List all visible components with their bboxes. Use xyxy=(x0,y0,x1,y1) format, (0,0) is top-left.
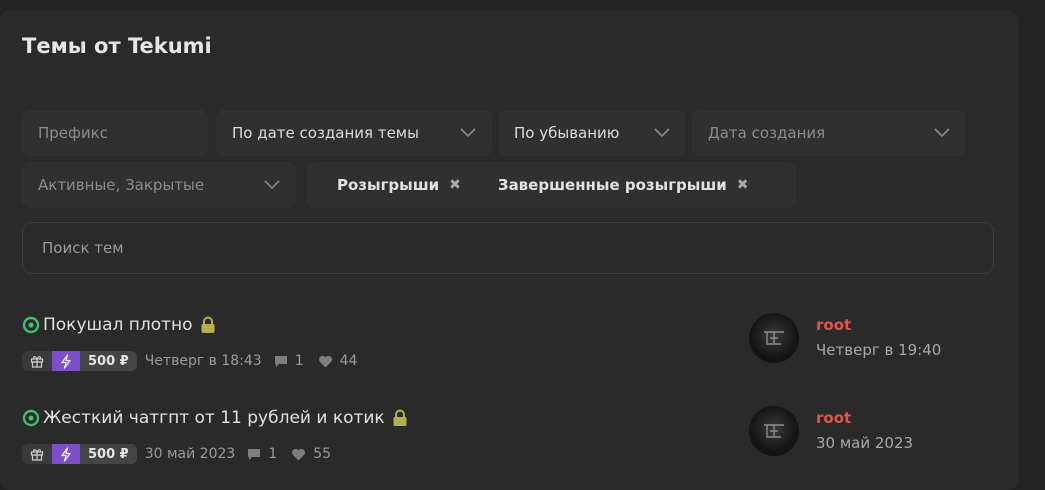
gift-icon xyxy=(22,351,52,371)
thread-date: 30 май 2023 xyxy=(144,446,236,462)
replies-count: 1 xyxy=(274,353,304,369)
avatar[interactable] xyxy=(749,406,799,456)
price-badge: 500 ₽ xyxy=(80,351,137,371)
likes-value: 55 xyxy=(313,446,332,462)
last-post-date: 30 май 2023 xyxy=(816,434,914,452)
thread-meta: 500 ₽ Четверг в 18:43 1 44 xyxy=(22,351,357,371)
last-poster-link[interactable]: root xyxy=(816,409,851,427)
search-placeholder: Поиск тем xyxy=(42,239,124,257)
search-input[interactable]: Поиск тем xyxy=(22,222,994,274)
date-filter[interactable]: Дата создания xyxy=(692,110,966,156)
page-title: Темы от Tekumi xyxy=(22,34,212,58)
last-post-date: Четверг в 19:40 xyxy=(816,341,942,359)
heart-icon xyxy=(292,448,306,460)
chevron-down-icon xyxy=(934,128,950,138)
tag-label: Розыгрыши xyxy=(337,176,440,194)
tag-chip: Завершенные розыгрыши ✖ xyxy=(498,176,786,194)
thread-meta: 500 ₽ 30 май 2023 1 55 xyxy=(22,444,331,464)
close-icon[interactable]: ✖ xyxy=(449,177,461,193)
thread-date: Четверг в 18:43 xyxy=(144,353,262,369)
thread-title-link[interactable]: Жесткий чатгпт от 11 рублей и котик xyxy=(43,408,385,428)
replies-count: 1 xyxy=(247,446,277,462)
target-icon xyxy=(22,316,40,334)
close-icon[interactable]: ✖ xyxy=(737,177,749,193)
state-value: Активные, Закрытые xyxy=(38,176,205,194)
prize-badges: 500 ₽ xyxy=(22,351,137,371)
lock-icon xyxy=(393,409,407,426)
tag-filter[interactable]: Розыгрыши ✖ Завершенные розыгрыши ✖ xyxy=(306,162,796,208)
price-badge: 500 ₽ xyxy=(80,444,137,464)
thread-title-row: Покушал плотно xyxy=(22,315,216,335)
comment-icon xyxy=(248,448,261,460)
order-select[interactable]: По убыванию xyxy=(498,110,686,156)
target-icon xyxy=(22,409,40,427)
bolt-icon xyxy=(52,351,80,371)
replies-value: 1 xyxy=(294,353,304,369)
sort-by-select[interactable]: По дате создания темы xyxy=(216,110,492,156)
lock-icon xyxy=(201,316,215,333)
date-filter-label: Дата создания xyxy=(708,124,826,142)
order-value: По убыванию xyxy=(514,124,620,142)
last-poster-link[interactable]: root xyxy=(816,316,851,334)
gift-icon xyxy=(22,444,52,464)
bolt-icon xyxy=(52,444,80,464)
prefix-filter-label: Префикс xyxy=(38,124,108,142)
prefix-filter[interactable]: Префикс xyxy=(22,110,208,156)
tag-chip: Розыгрыши ✖ xyxy=(337,176,498,194)
prize-badges: 500 ₽ xyxy=(22,444,137,464)
replies-value: 1 xyxy=(268,446,278,462)
likes-count: 44 xyxy=(318,353,358,369)
sort-by-value: По дате создания темы xyxy=(232,124,419,142)
state-select[interactable]: Активные, Закрытые xyxy=(22,162,296,208)
likes-count: 55 xyxy=(291,446,331,462)
chevron-down-icon xyxy=(460,128,476,138)
thread-title-row: Жесткий чатгпт от 11 рублей и котик xyxy=(22,408,408,428)
chevron-down-icon xyxy=(264,180,280,190)
heart-icon xyxy=(318,355,332,367)
tag-label: Завершенные розыгрыши xyxy=(497,176,727,194)
thread-title-link[interactable]: Покушал плотно xyxy=(43,315,193,335)
comment-icon xyxy=(274,355,287,367)
likes-value: 44 xyxy=(339,353,358,369)
avatar[interactable] xyxy=(749,313,799,363)
chevron-down-icon xyxy=(654,128,670,138)
